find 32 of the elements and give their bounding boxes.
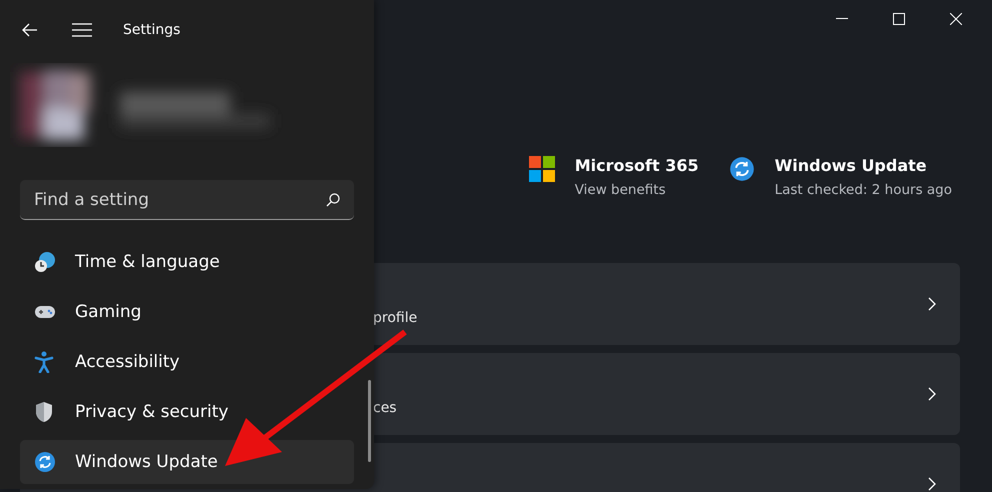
chevron-icon <box>928 477 936 491</box>
nav-label: Accessibility <box>75 352 180 372</box>
search-field[interactable]: Find a setting <box>20 180 354 220</box>
minimize-icon <box>836 18 848 20</box>
maximize-icon <box>892 13 904 25</box>
globe-clock-icon <box>34 251 56 273</box>
accessibility-icon <box>34 351 54 373</box>
nav-item[interactable]: Windows Update <box>20 440 354 484</box>
gamepad-icon <box>34 304 56 320</box>
four-squares-logo-icon <box>528 156 555 182</box>
update-icon <box>34 451 56 473</box>
nav-label: Privacy & security <box>75 402 228 422</box>
nav-label: Windows Update <box>75 452 218 472</box>
nav-item[interactable]: Privacy & security <box>20 390 354 434</box>
tile-title: Windows Update <box>774 156 928 175</box>
tile-title: Microsoft 365 <box>574 156 699 175</box>
scrollbar[interactable] <box>368 380 371 462</box>
tile-subtitle: Last checked: 2 hours ago <box>774 182 952 198</box>
update-icon <box>728 156 755 182</box>
chevron-icon <box>928 387 936 401</box>
back-icon <box>22 23 38 37</box>
menu-icon <box>72 23 92 37</box>
nav-label: Gaming <box>75 302 142 322</box>
search-icon <box>326 193 340 207</box>
window-title: Settings <box>123 22 180 38</box>
card-description: profile <box>373 310 418 326</box>
tile-subtitle: View benefits <box>574 182 667 198</box>
card-description: ces <box>373 400 398 416</box>
shield-icon <box>34 401 54 423</box>
nav-item[interactable]: Gaming <box>20 290 354 334</box>
close-icon <box>950 13 962 25</box>
chevron-icon <box>928 297 936 311</box>
